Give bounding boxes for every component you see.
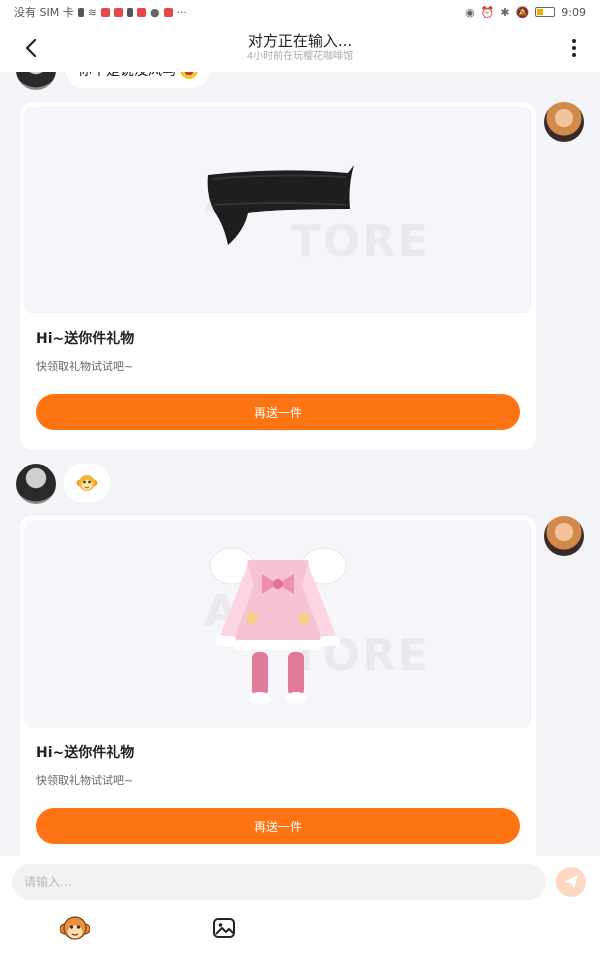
- sticker-button[interactable]: [59, 914, 91, 944]
- carrier-text: 没有 SIM 卡: [14, 6, 74, 19]
- chevron-left-icon: [25, 38, 37, 58]
- monkey-emoji-icon: [76, 475, 98, 491]
- wifi-icon: ≋: [87, 5, 97, 19]
- image-icon: [213, 918, 235, 938]
- battery-icon: [535, 7, 556, 17]
- clock-text: 9:09: [561, 5, 586, 19]
- avatar[interactable]: [544, 102, 584, 142]
- message-input[interactable]: [12, 864, 546, 900]
- gift-item-outfit-image: [209, 547, 347, 704]
- send-button[interactable]: [556, 867, 586, 897]
- app-notification-icon: [163, 7, 173, 17]
- gift-title: Hi~送你件礼物: [36, 745, 135, 761]
- chat-header: 对方正在输入... 4小时前在玩樱花咖啡馆: [0, 24, 600, 72]
- gift-description: 快领取礼物试试吧~: [36, 774, 134, 787]
- smile-emoji-icon: [180, 72, 198, 79]
- status-right: ◉ ⏰ ✱ 🔕 9:09: [465, 6, 586, 19]
- app-notification-icon: [136, 7, 146, 17]
- gift-card[interactable]: AU TORE Hi~送你件礼物 快领取礼物试试吧~ 再送一件: [20, 102, 536, 450]
- message-bubble[interactable]: [64, 464, 110, 502]
- message-bubble[interactable]: 你不是说没风乌: [66, 72, 210, 88]
- status-bar: 没有 SIM 卡 ≋ ● ··· ◉ ⏰ ✱ 🔕 9:09: [0, 0, 600, 24]
- avatar[interactable]: [16, 72, 56, 90]
- app-notification-icon: [113, 7, 123, 17]
- send-again-button[interactable]: 再送一件: [36, 808, 520, 844]
- notification-icon: [77, 7, 84, 17]
- alarm-icon: ⏰: [480, 5, 495, 19]
- avatar[interactable]: [16, 464, 56, 504]
- more-vertical-icon: [572, 39, 576, 57]
- page-title: 对方正在输入...: [247, 32, 353, 50]
- monkey-sticker-icon: [59, 916, 91, 940]
- page-subtitle: 4小时前在玩樱花咖啡馆: [246, 51, 354, 62]
- header-titles: 对方正在输入... 4小时前在玩樱花咖啡馆: [247, 32, 353, 64]
- chat-message-list[interactable]: 你不是说没风乌 AU TORE Hi~送你件礼物 快领取礼物试试吧~ 再送一件: [0, 72, 600, 856]
- notification-icon: [126, 7, 133, 17]
- gift-title: Hi~送你件礼物: [36, 331, 135, 347]
- message-text: 你不是说没风乌: [78, 72, 176, 80]
- more-notifications-icon: ···: [176, 5, 188, 19]
- mute-icon: 🔕: [515, 5, 530, 19]
- gift-item-headband-image: [207, 165, 354, 245]
- gift-image[interactable]: AU TORE: [24, 106, 532, 314]
- wechat-icon: ●: [149, 5, 160, 19]
- avatar[interactable]: [544, 516, 584, 556]
- image-picker-button[interactable]: [212, 916, 238, 942]
- app-notification-icon: [100, 7, 110, 17]
- eye-icon: ◉: [465, 5, 475, 19]
- gift-card[interactable]: AU TORE: [20, 516, 536, 856]
- gift-description: 快领取礼物试试吧~: [36, 360, 134, 373]
- send-again-button[interactable]: 再送一件: [36, 394, 520, 430]
- back-button[interactable]: [18, 34, 46, 62]
- input-bar: [0, 856, 600, 960]
- gift-image[interactable]: AU TORE: [24, 520, 532, 728]
- more-options-button[interactable]: [560, 34, 588, 62]
- bluetooth-icon: ✱: [500, 5, 510, 19]
- send-icon: [564, 875, 578, 889]
- status-left: 没有 SIM 卡 ≋ ● ···: [14, 4, 187, 20]
